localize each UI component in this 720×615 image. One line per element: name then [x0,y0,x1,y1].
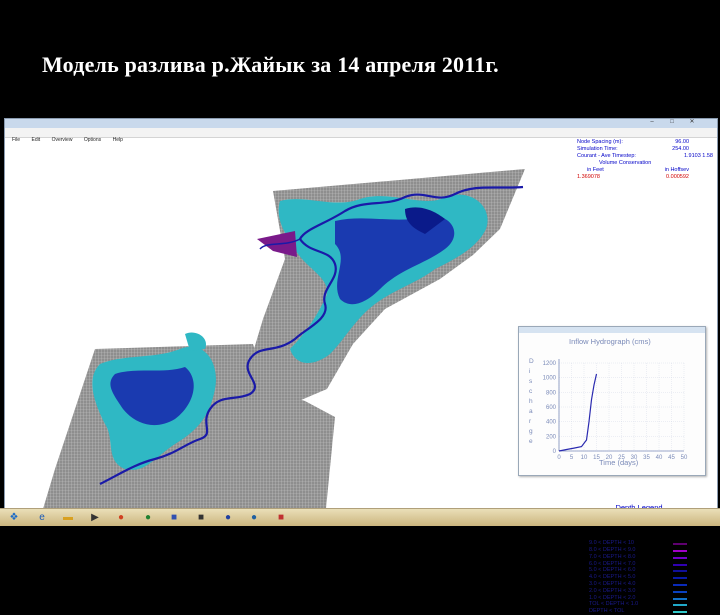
slide-title: Модель разлива р.Жайык за 14 апреля 2011… [42,52,499,77]
y-label-letter: i [529,368,530,375]
legend-item-label: 5.0 < DEPTH < 6.0 [589,567,636,574]
legend-swatch [673,597,687,600]
legend-item-label: TOL < DEPTH < 1.0 [589,601,639,608]
y-label-letter: c [529,388,533,395]
legend-swatch [673,583,687,586]
legend-swatch [673,590,687,593]
legend-item: 8.0 < DEPTH < 9.0 [589,547,689,554]
simulation-status-panel: Node Spacing (m): 96.00 Simulation Time:… [575,139,715,181]
x-tick-label: 0 [557,455,561,461]
legend-swatch [673,563,687,566]
x-tick-label: 40 [656,455,663,461]
y-label-letter: D [529,358,534,365]
legend-item-label: DEPTH < TOL [589,608,625,615]
legend-item: 3.0 < DEPTH < 4.0 [589,581,689,588]
taskbar: ❖ e ▬ ▶ ● ● ■ ■ ● ● ■ [0,508,720,527]
app-icon[interactable]: ■ [193,511,209,524]
legend-item: TOL < DEPTH < 1.0 [589,601,689,608]
legend-item-label: 4.0 < DEPTH < 5.0 [589,574,636,581]
app-icon[interactable]: ● [220,511,236,524]
y-tick-label: 400 [546,420,557,426]
legend-item: 5.0 < DEPTH < 6.0 [589,567,689,574]
legend-item: 2.0 < DEPTH < 3.0 [589,588,689,595]
legend-item-label: 9.0 < DEPTH < 10 [589,540,634,547]
legend-item: 6.0 < DEPTH < 7.0 [589,561,689,568]
app-icon[interactable]: ● [140,511,156,524]
legend-item: 9.0 < DEPTH < 10 [589,540,689,547]
y-tick-label: 200 [546,434,557,440]
legend-swatch [673,570,687,573]
status-row: 1.369078 0.000592 [577,174,689,180]
app-icon[interactable]: ■ [166,511,182,524]
app-icon[interactable]: ■ [273,511,289,524]
y-tick-label: 1000 [543,376,557,382]
x-tick-label: 10 [581,455,588,461]
status-row: in Feet in Hoffsev [587,167,689,173]
x-tick-label: 45 [668,455,675,461]
status-row: Courant - Ave Timestep: 1.9103 1.58 [577,153,713,159]
y-tick-label: 1200 [543,361,557,367]
x-tick-label: 50 [681,455,688,461]
legend-swatch [673,549,687,552]
hydrograph-chart: Inflow Hydrograph (cms) Time (days) Disc… [529,337,688,467]
menu-bar: File Edit Overview Options Help [5,128,717,143]
minimize-icon[interactable]: – [645,119,659,126]
status-row: Simulation Time: 254.00 [577,146,689,152]
legend-item-label: 6.0 < DEPTH < 7.0 [589,560,636,567]
legend-swatch [673,611,687,614]
window-titlebar: – □ ✕ [5,119,717,128]
folder-icon[interactable]: ▬ [60,511,76,524]
y-label-letter: h [529,398,533,405]
hydrograph-grid [558,362,685,452]
y-tick-label: 0 [553,449,557,455]
legend-item-label: 1.0 < DEPTH < 2.0 [589,594,636,601]
y-label-letter: r [529,418,532,425]
legend-item-label: 2.0 < DEPTH < 3.0 [589,587,636,594]
hydrograph-title: Inflow Hydrograph (cms) [569,337,651,346]
y-label-letter: g [529,428,533,435]
x-tick-label: 25 [618,455,625,461]
hydrograph-ylabel: Discharge [529,358,534,445]
legend-item: 7.0 < DEPTH < 8.0 [589,554,689,561]
close-icon[interactable]: ✕ [685,119,699,126]
maximize-icon[interactable]: □ [665,119,679,126]
x-tick-label: 35 [643,455,650,461]
inflow-hydrograph-window[interactable]: Inflow Hydrograph (cms) Time (days) Disc… [518,326,706,476]
legend-item: DEPTH < TOL [589,608,689,615]
browser-icon[interactable]: e [34,511,50,524]
x-tick-label: 5 [570,455,574,461]
y-tick-label: 600 [546,405,557,411]
legend-item-label: 8.0 < DEPTH < 9.0 [589,546,636,553]
y-tick-label: 800 [546,390,557,396]
hydrograph-series-line [558,373,598,452]
legend-item: 1.0 < DEPTH < 2.0 [589,595,689,602]
legend-swatch [673,577,687,580]
media-icon[interactable]: ▶ [87,511,103,524]
x-tick-label: 15 [593,455,600,461]
y-label-letter: a [529,408,533,415]
y-label-letter: s [529,378,533,385]
legend-swatch [673,556,687,559]
hydrograph-xticks: 0 5 10 15 20 25 30 35 40 45 50 [557,455,688,461]
legend-swatch [673,604,687,607]
app-icon[interactable]: ● [113,511,129,524]
legend-item-label: 7.0 < DEPTH < 8.0 [589,553,636,560]
legend-item-label: 3.0 < DEPTH < 4.0 [589,580,636,587]
slide-bottom-band [0,526,720,540]
start-button-icon[interactable]: ❖ [6,511,22,524]
y-label-letter: e [529,438,533,445]
application-window: – □ ✕ File Edit Overview Options Help No… [4,118,718,614]
x-tick-label: 20 [606,455,613,461]
status-row: Node Spacing (m): 96.00 [577,139,689,145]
hydrograph-yticks: 1200 1000 800 600 400 200 0 [543,361,557,455]
x-tick-label: 30 [631,455,638,461]
slide-header: Модель разлива р.Жайык за 14 апреля 2011… [0,0,720,118]
status-row: Volume Conservation [599,160,652,166]
legend-item: 4.0 < DEPTH < 5.0 [589,574,689,581]
legend-swatch [673,543,687,546]
app-icon[interactable]: ● [246,511,262,524]
